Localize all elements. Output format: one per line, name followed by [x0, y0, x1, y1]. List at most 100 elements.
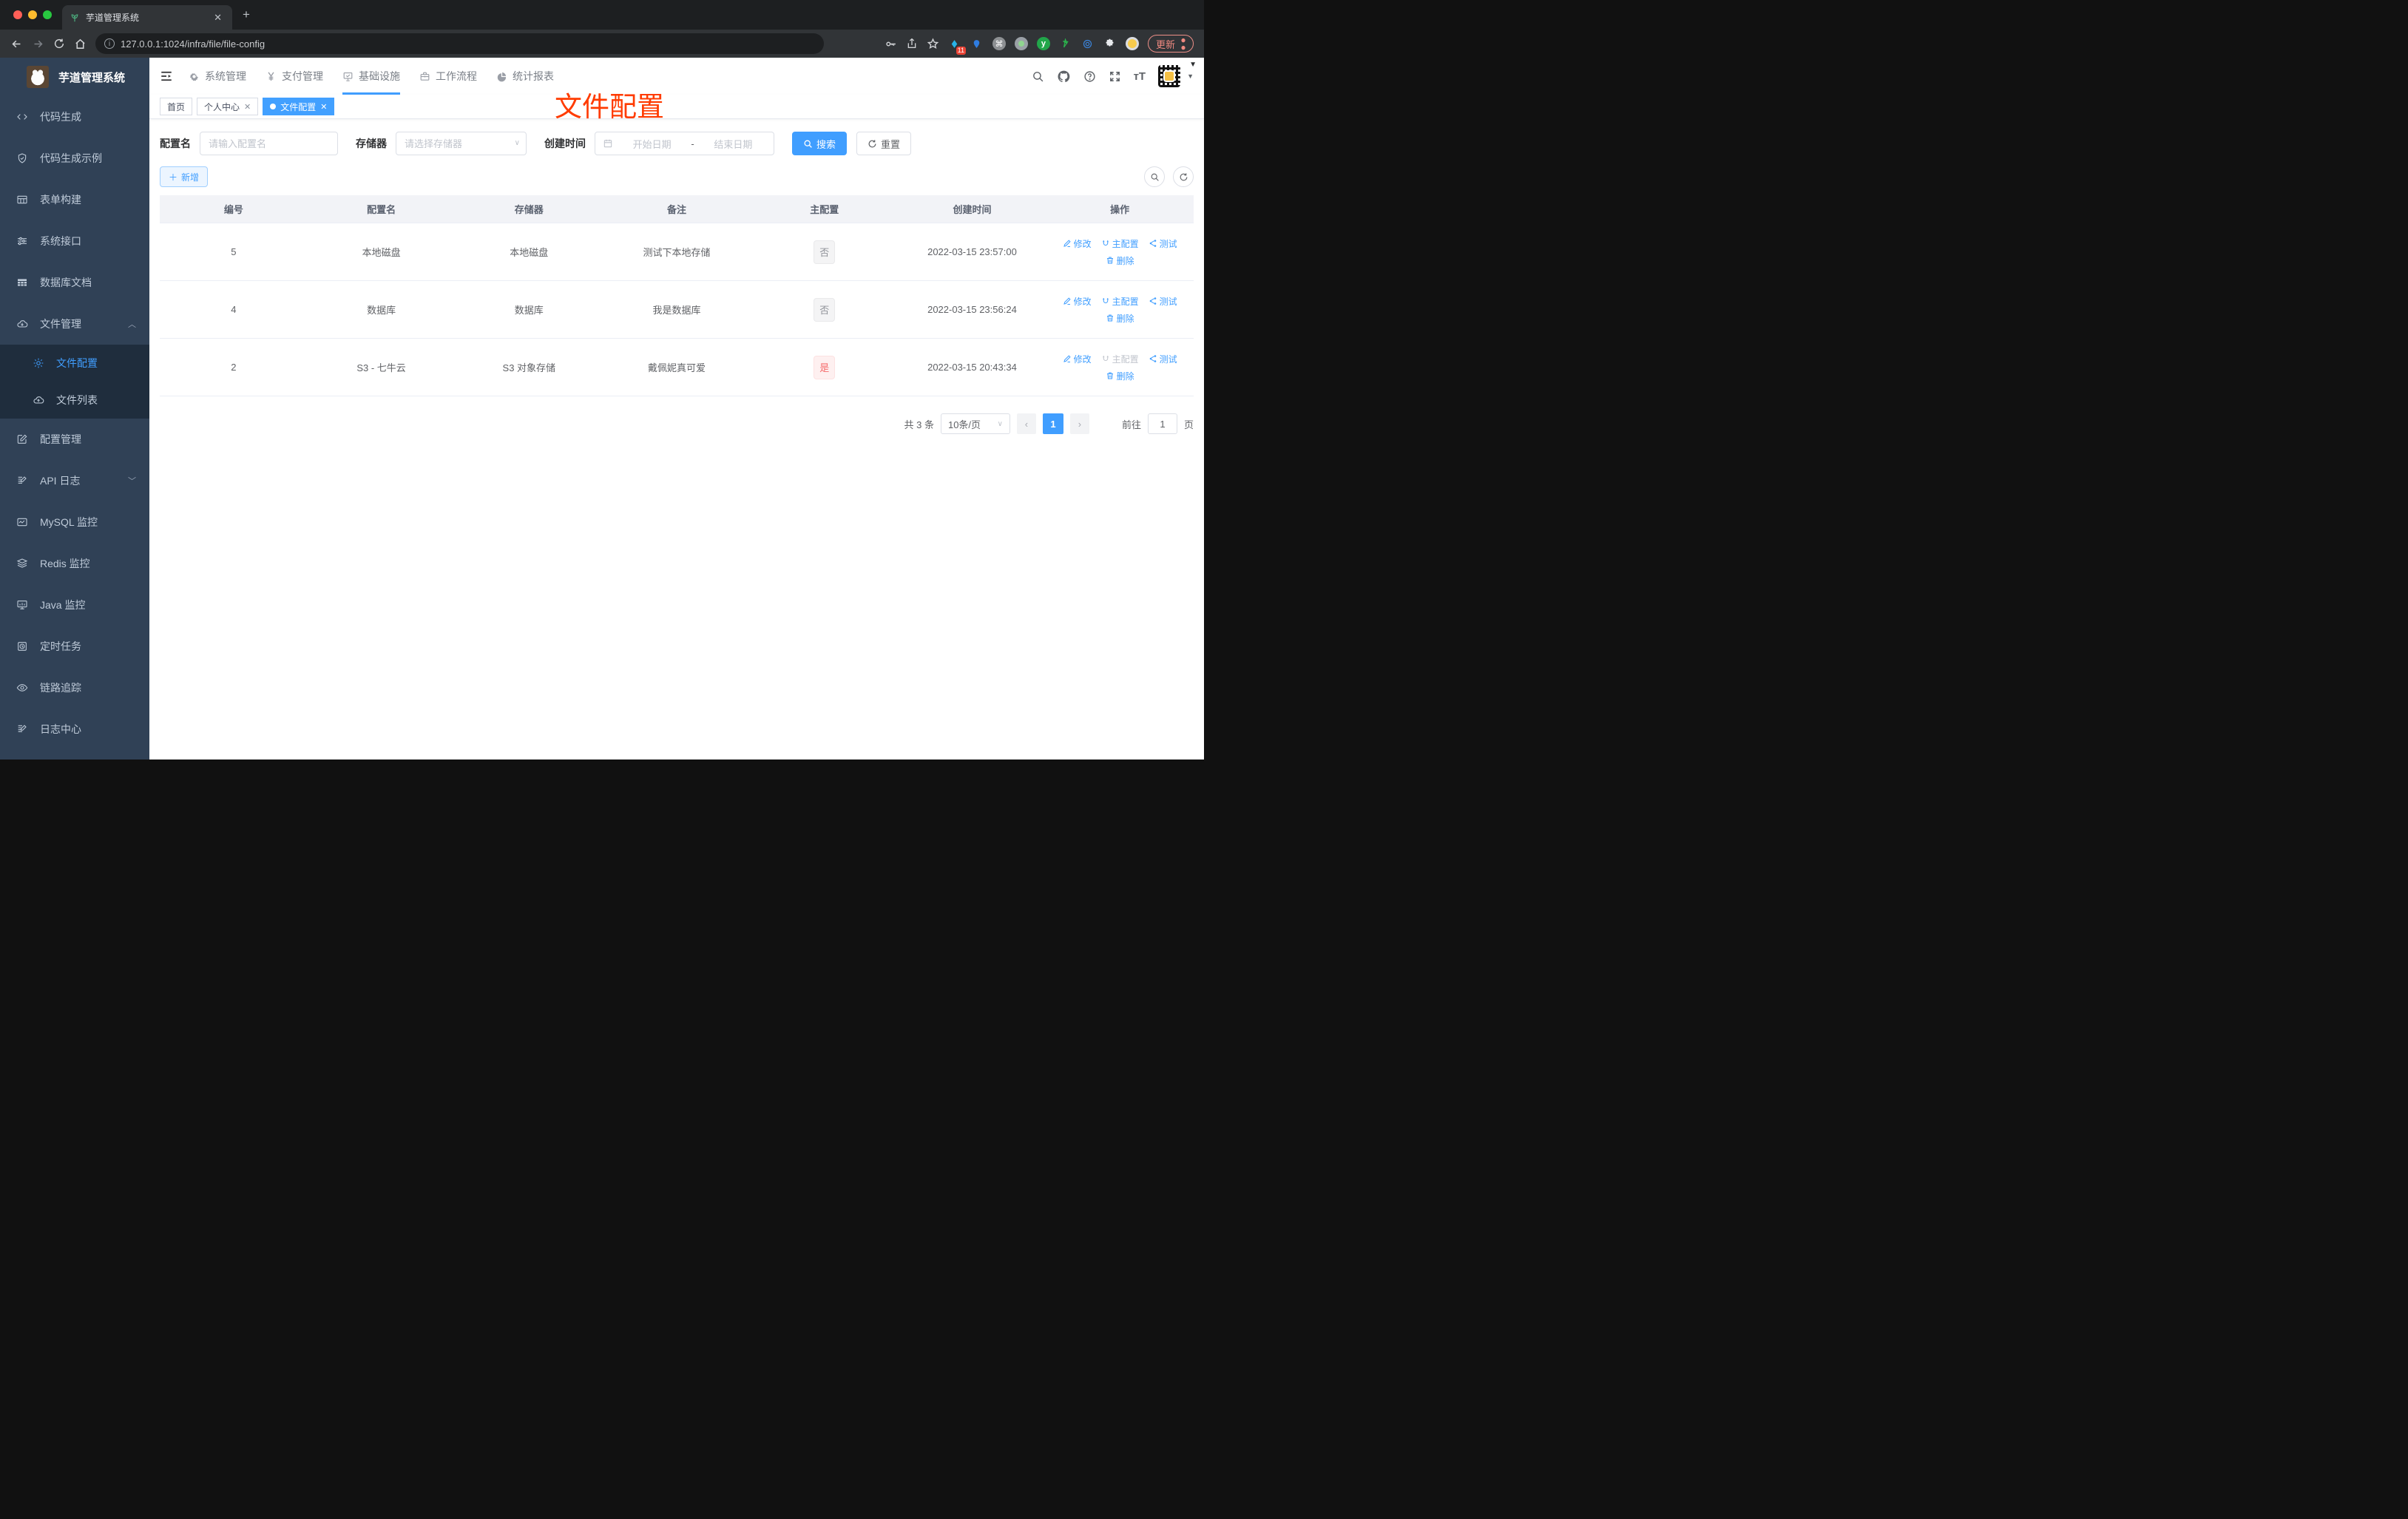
zoom-window-button[interactable]: [43, 10, 52, 19]
sidebar-logo[interactable]: 芋道管理系统: [0, 58, 149, 96]
storage-select[interactable]: ∨: [396, 132, 527, 155]
create-time-label: 创建时间: [544, 138, 586, 149]
close-window-button[interactable]: [13, 10, 22, 19]
next-page-button[interactable]: ›: [1069, 413, 1089, 434]
table-tools: [1144, 166, 1194, 187]
window-controls: [0, 10, 62, 19]
site-info-icon[interactable]: i: [104, 38, 115, 49]
master-action[interactable]: 主配置: [1101, 295, 1139, 308]
avatar-caret-icon[interactable]: ▼: [1187, 72, 1194, 80]
ext-diamond-icon[interactable]: 11: [948, 37, 966, 55]
sidebar-item-log-center[interactable]: 日志中心: [0, 708, 149, 750]
topnav-item-payment[interactable]: 支付管理: [256, 58, 333, 95]
help-icon[interactable]: [1083, 70, 1096, 83]
bookmark-star-icon[interactable]: [927, 37, 939, 50]
page-size-select[interactable]: 10条/页 ∨: [940, 413, 1010, 434]
sidebar-item-form-builder[interactable]: 表单构建: [0, 179, 149, 220]
topnav-item-reports[interactable]: 统计报表: [487, 58, 564, 95]
sidebar-item-tracing[interactable]: 链路追踪: [0, 667, 149, 708]
sidebar-item-file-list[interactable]: 文件列表: [0, 382, 149, 419]
sidebar-item-code-gen-demo[interactable]: 代码生成示例: [0, 138, 149, 179]
end-date-placeholder[interactable]: 结束日期: [700, 137, 766, 151]
sidebar-item-mysql-monitor[interactable]: MySQL 监控: [0, 501, 149, 543]
back-icon[interactable]: [10, 38, 23, 50]
forward-icon[interactable]: [32, 38, 44, 50]
sidebar-item-label: 系统接口: [40, 235, 81, 247]
edit-action[interactable]: 修改: [1063, 237, 1092, 250]
sidebar-item-config-management[interactable]: 配置管理: [0, 419, 149, 460]
reset-button-label: 重置: [881, 138, 901, 150]
tag-home[interactable]: 首页: [160, 98, 193, 115]
search-button[interactable]: 搜索: [792, 132, 848, 155]
sidebar-item-file-config[interactable]: 文件配置: [0, 345, 149, 382]
ext-pin-icon[interactable]: [970, 37, 984, 50]
topnav-item-infrastructure[interactable]: 基础设施: [333, 58, 410, 95]
reset-button[interactable]: 重置: [856, 132, 912, 155]
share-icon[interactable]: [906, 38, 918, 50]
kebab-menu-icon[interactable]: ⦁ ⦁: [1181, 35, 1186, 52]
ext-star-icon[interactable]: [1059, 37, 1072, 50]
browser-update-button[interactable]: 更新 ⦁ ⦁: [1147, 35, 1194, 53]
sidebar-item-java-monitor[interactable]: Java 监控: [0, 584, 149, 626]
hide-search-button[interactable]: [1144, 166, 1165, 187]
sidebar-item-code-gen[interactable]: 代码生成: [0, 96, 149, 138]
trash-icon: [1106, 257, 1113, 264]
sidebar-item-file-management[interactable]: 文件管理 ︿: [0, 303, 149, 345]
browser-tab[interactable]: 芋道管理系统 ✕: [62, 5, 232, 30]
config-name-input[interactable]: [200, 132, 338, 155]
topnav-item-system[interactable]: 系统管理: [179, 58, 256, 95]
ext-emoji-icon[interactable]: [1125, 37, 1139, 50]
col-created: 创建时间: [953, 204, 992, 215]
storage-select-input[interactable]: [396, 132, 527, 155]
sidebar-item-api-log[interactable]: API 日志 ﹀: [0, 460, 149, 501]
start-date-placeholder[interactable]: 开始日期: [619, 137, 685, 151]
col-remark: 备注: [667, 204, 687, 215]
sidebar-item-system-api[interactable]: 系统接口: [0, 220, 149, 262]
home-icon[interactable]: [74, 38, 87, 50]
sidebar-item-redis-monitor[interactable]: Redis 监控: [0, 543, 149, 584]
sidebar-collapse-icon[interactable]: [160, 70, 173, 83]
pie-chart-icon: [496, 71, 507, 82]
test-action[interactable]: 测试: [1149, 295, 1177, 308]
minimize-window-button[interactable]: [28, 10, 37, 19]
ext-rings-icon[interactable]: [1081, 37, 1095, 50]
close-icon[interactable]: ✕: [244, 102, 251, 112]
delete-action[interactable]: 删除: [1106, 254, 1134, 267]
delete-action[interactable]: 删除: [1106, 312, 1134, 325]
ext-puzzle-icon[interactable]: [1103, 37, 1117, 50]
delete-action[interactable]: 删除: [1106, 370, 1134, 382]
test-label: 测试: [1159, 238, 1177, 249]
current-page-button[interactable]: 1: [1042, 413, 1063, 434]
new-tab-button[interactable]: +: [243, 7, 250, 22]
master-action[interactable]: 主配置: [1101, 237, 1139, 250]
topnav-label: 支付管理: [282, 70, 323, 82]
test-action[interactable]: 测试: [1149, 353, 1177, 365]
prev-page-button[interactable]: ‹: [1016, 413, 1036, 434]
font-size-icon[interactable]: ᴛT: [1134, 70, 1146, 83]
date-range-picker[interactable]: 开始日期 - 结束日期: [595, 132, 774, 155]
edit-action[interactable]: 修改: [1063, 353, 1092, 365]
ext-y-icon[interactable]: y: [1036, 37, 1050, 50]
ext-command-icon[interactable]: ⌘: [992, 37, 1006, 50]
url-bar[interactable]: i 127.0.0.1:1024/infra/file/file-config: [95, 33, 824, 54]
user-avatar[interactable]: [1158, 65, 1181, 87]
fullscreen-icon[interactable]: [1109, 70, 1121, 83]
close-icon[interactable]: ✕: [320, 102, 327, 112]
page-corner-caret-icon[interactable]: ▼: [1189, 61, 1197, 69]
sidebar-item-db-doc[interactable]: 数据库文档: [0, 262, 149, 303]
sidebar-item-scheduled-tasks[interactable]: 定时任务: [0, 626, 149, 667]
search-icon[interactable]: [1032, 70, 1044, 83]
edit-action[interactable]: 修改: [1063, 295, 1092, 308]
password-key-icon[interactable]: [885, 38, 897, 50]
add-button[interactable]: ＋ 新增: [160, 166, 209, 187]
topnav-item-workflow[interactable]: 工作流程: [410, 58, 487, 95]
tab-close-icon[interactable]: ✕: [211, 12, 225, 24]
tag-profile[interactable]: 个人中心 ✕: [197, 98, 259, 115]
refresh-table-button[interactable]: [1173, 166, 1194, 187]
ext-record-icon[interactable]: [1014, 37, 1028, 50]
github-icon[interactable]: [1057, 70, 1071, 84]
test-action[interactable]: 测试: [1149, 237, 1177, 250]
reload-icon[interactable]: [53, 38, 65, 50]
goto-page-input[interactable]: [1147, 413, 1177, 434]
tag-file-config[interactable]: 文件配置 ✕: [263, 98, 335, 115]
